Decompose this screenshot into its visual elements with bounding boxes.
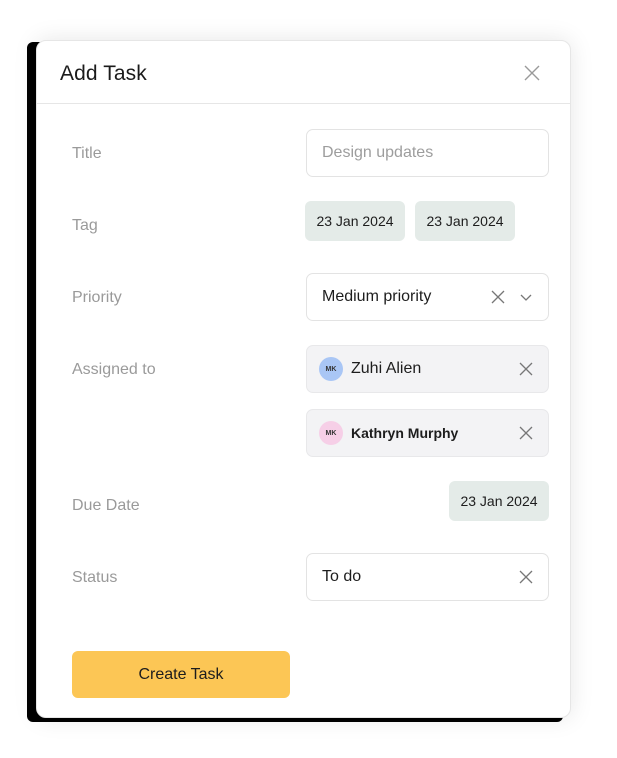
- title-label: Title: [72, 145, 102, 162]
- close-icon[interactable]: [523, 64, 541, 82]
- dialog-title: Add Task: [60, 62, 147, 85]
- chevron-down-icon[interactable]: [519, 290, 533, 304]
- remove-assignee-icon[interactable]: [519, 426, 533, 440]
- assignee-item[interactable]: MK Kathryn Murphy: [306, 409, 549, 457]
- tag-chip[interactable]: 23 Jan 2024: [415, 201, 515, 241]
- status-label: Status: [72, 569, 118, 586]
- priority-select[interactable]: Medium priority: [306, 273, 549, 321]
- assigned-label: Assigned to: [72, 361, 156, 378]
- avatar: MK: [319, 357, 343, 381]
- add-task-dialog: Add Task Title Tag 23 Jan 2024 23 Jan 20…: [36, 40, 571, 718]
- create-task-button[interactable]: Create Task: [72, 651, 290, 698]
- title-field[interactable]: [306, 129, 549, 177]
- status-value: To do: [322, 568, 362, 585]
- avatar: MK: [319, 421, 343, 445]
- priority-value: Medium priority: [322, 288, 432, 305]
- due-date-chip[interactable]: 23 Jan 2024: [449, 481, 549, 521]
- title-input[interactable]: [322, 144, 533, 162]
- remove-assignee-icon[interactable]: [519, 362, 533, 376]
- dialog-header: Add Task: [37, 41, 570, 104]
- tag-chip[interactable]: 23 Jan 2024: [305, 201, 405, 241]
- clear-icon[interactable]: [519, 570, 533, 584]
- clear-icon[interactable]: [491, 290, 505, 304]
- assignee-item[interactable]: MK Zuhi Alien: [306, 345, 549, 393]
- status-select[interactable]: To do: [306, 553, 549, 601]
- assignee-name: Kathryn Murphy: [351, 425, 459, 441]
- priority-label: Priority: [72, 289, 122, 306]
- assignee-name: Zuhi Alien: [351, 360, 422, 377]
- due-date-label: Due Date: [72, 497, 140, 514]
- tag-label: Tag: [72, 217, 98, 234]
